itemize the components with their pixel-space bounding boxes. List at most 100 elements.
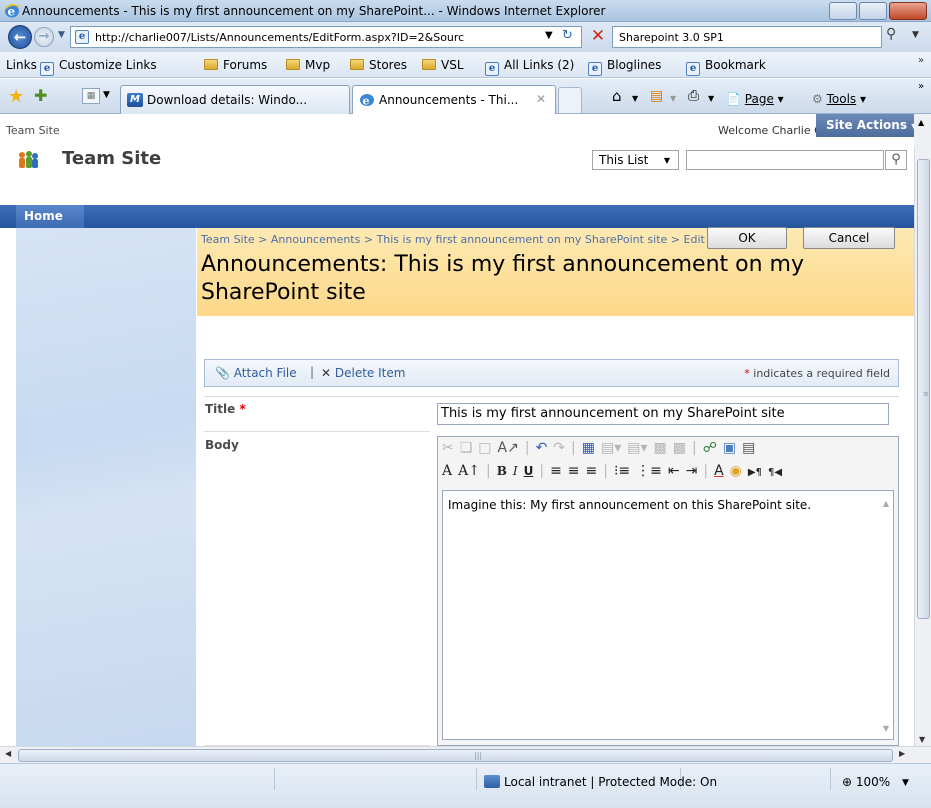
security-zone-status[interactable]: Local intranet | Protected Mode: On	[504, 775, 717, 789]
insert-table-icon[interactable]: ▦	[582, 440, 595, 456]
editor-scroll-down-icon[interactable]: ▼	[883, 724, 889, 733]
align-center-icon[interactable]: ≡	[568, 463, 580, 479]
undo-icon[interactable]: ↶	[536, 440, 548, 456]
bold-icon[interactable]: B	[497, 464, 507, 478]
forward-button[interactable]: →	[34, 27, 54, 47]
delete-item-link[interactable]: ✕ Delete Item	[321, 366, 405, 380]
new-tab-button[interactable]	[558, 87, 582, 113]
feeds-icon[interactable]: ▤	[650, 88, 663, 104]
favorites-star-icon[interactable]: ★	[8, 86, 24, 107]
scroll-right-icon[interactable]: ▶	[899, 749, 905, 758]
address-input[interactable]: e http://charlie007/Lists/Announcements/…	[70, 26, 582, 48]
link-stores[interactable]: Stores	[350, 58, 407, 72]
home-icon[interactable]: ⌂	[612, 87, 622, 105]
link-bookmark[interactable]: e Bookmark	[686, 58, 766, 76]
minimize-button[interactable]	[829, 2, 857, 20]
align-left-icon[interactable]: ≡	[550, 463, 562, 479]
link-vsl[interactable]: VSL	[422, 58, 464, 72]
spell-check-icon[interactable]: A↗	[498, 440, 519, 456]
link-mvp[interactable]: Mvp	[286, 58, 330, 72]
quick-tabs-icon[interactable]: ▦	[82, 88, 100, 104]
search-scope-select[interactable]: This List ▼	[592, 150, 679, 170]
zoom-level[interactable]: ⊕ 100%	[842, 775, 890, 789]
maximize-button[interactable]	[859, 2, 887, 20]
horizontal-scroll-thumb[interactable]: |||	[18, 749, 893, 762]
zoom-dropdown-icon[interactable]: ▼	[902, 778, 909, 788]
zoom-icon: ⊕	[842, 775, 853, 789]
global-crumb-team-site[interactable]: Team Site	[6, 124, 60, 137]
editor-scroll-up-icon[interactable]: ▲	[883, 499, 889, 508]
text-color-icon[interactable]: A	[714, 463, 724, 479]
ltr-icon[interactable]: ▶¶	[748, 467, 762, 478]
site-title[interactable]: Team Site	[62, 148, 161, 169]
background-color-icon[interactable]: ◉	[730, 463, 742, 479]
breadcrumb[interactable]: Team Site > Announcements > This is my f…	[201, 233, 733, 246]
recent-pages-dropdown-icon[interactable]: ▼	[58, 30, 65, 40]
tab-announcements[interactable]: e Announcements - Thi... ✕	[352, 85, 556, 114]
sp-global-bar: Team Site Welcome Charlie Calvert ▼ |	[0, 114, 914, 148]
required-star: *	[744, 367, 750, 380]
close-tab-icon[interactable]: ✕	[536, 92, 546, 106]
bullet-list-icon[interactable]: ⋮≡	[636, 463, 662, 479]
command-overflow-chevron-icon[interactable]: »	[918, 81, 924, 92]
zoom-value: 100%	[855, 775, 891, 789]
hyperlink-icon[interactable]: ☍	[703, 440, 717, 456]
vertical-scroll-thumb[interactable]: ≡	[917, 159, 930, 619]
nav-home[interactable]: Home	[16, 205, 84, 228]
back-button[interactable]: ←	[8, 25, 32, 49]
print-dropdown-icon[interactable]: ▼	[708, 94, 714, 103]
search-icon[interactable]: ⚲	[885, 150, 907, 170]
add-favorite-icon[interactable]: ✚	[34, 86, 47, 105]
ie-page-icon: e	[40, 62, 54, 76]
italic-icon[interactable]: I	[513, 464, 518, 478]
attach-file-link[interactable]: 📎 Attach File	[215, 366, 297, 380]
title-input[interactable]: This is my first announcement on my Shar…	[437, 403, 889, 425]
scroll-left-icon[interactable]: ◀	[5, 749, 11, 758]
search-icon[interactable]: ⚲	[886, 26, 896, 42]
folder-icon	[286, 59, 300, 70]
align-right-icon[interactable]: ≡	[586, 463, 598, 479]
link-bloglines[interactable]: e Bloglines	[588, 58, 661, 76]
site-actions-menu[interactable]: Site Actions ▼	[816, 114, 914, 137]
numbered-list-icon[interactable]: ⁝≡	[614, 463, 630, 479]
body-editor[interactable]: Imagine this: My first announcement on t…	[442, 490, 894, 740]
address-dropdown-icon[interactable]: ▼	[545, 30, 553, 41]
page-menu[interactable]: 📄 Page ▾	[726, 92, 784, 106]
tab-download-details[interactable]: M Download details: Windo...	[120, 85, 350, 114]
grip-icon: |||	[474, 751, 483, 760]
scroll-down-icon[interactable]: ▼	[919, 735, 925, 744]
home-dropdown-icon[interactable]: ▼	[632, 94, 638, 103]
font-icon[interactable]: A	[442, 463, 452, 479]
link-forums[interactable]: Forums	[204, 58, 267, 72]
vertical-scrollbar[interactable]: ≡ ▼	[914, 147, 931, 746]
increase-indent-icon[interactable]: ⇥	[686, 463, 698, 479]
underline-icon[interactable]: U	[524, 464, 534, 478]
link-all-links[interactable]: e All Links (2)	[485, 58, 574, 76]
search-options-dropdown-icon[interactable]: ▼	[912, 30, 919, 40]
tab-list-dropdown-icon[interactable]: ▼	[103, 90, 110, 100]
print-icon[interactable]: ⎙	[688, 88, 699, 104]
tools-menu[interactable]: ⚙ Tools ▾	[812, 92, 866, 106]
title-label-text: Title	[205, 402, 236, 416]
ok-button[interactable]: OK	[707, 227, 787, 249]
page-title: Announcements: This is my first announce…	[201, 252, 804, 305]
tab-label: Announcements - Thi...	[379, 93, 519, 107]
decrease-indent-icon[interactable]: ⇤	[668, 463, 680, 479]
links-overflow-chevron-icon[interactable]: »	[918, 55, 924, 66]
browser-search-input[interactable]: Sharepoint 3.0 SP1	[612, 26, 882, 48]
forward-arrow-icon: →	[38, 29, 50, 44]
redo-icon: ↷	[553, 440, 566, 456]
font-size-icon[interactable]: A↑	[458, 463, 480, 479]
folder-icon	[204, 59, 218, 70]
refresh-icon[interactable]: ↻	[562, 28, 573, 43]
site-search-input[interactable]	[686, 150, 884, 170]
horizontal-scrollbar[interactable]: ◀ ||| ▶	[0, 746, 931, 763]
scroll-up-icon[interactable]: ▲	[918, 118, 924, 127]
cancel-button[interactable]: Cancel	[803, 227, 895, 249]
link-customize-links[interactable]: e Customize Links	[40, 58, 157, 76]
stop-icon[interactable]: ✕	[587, 26, 609, 48]
html-source-icon[interactable]: ▤	[742, 440, 755, 456]
close-window-button[interactable]	[889, 2, 927, 20]
insert-image-icon[interactable]: ▣	[723, 440, 736, 456]
rtl-icon[interactable]: ¶◀	[768, 467, 782, 478]
